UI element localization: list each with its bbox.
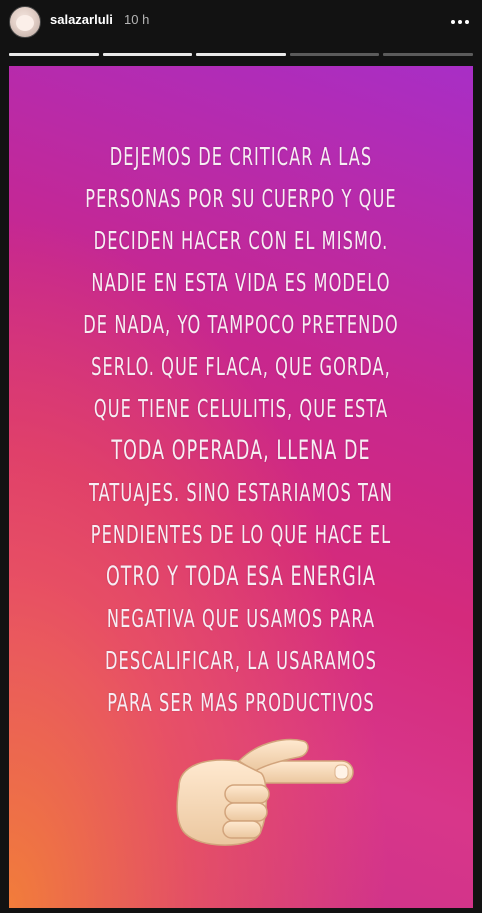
story-text: DEJEMOS DE CRITICAR A LAS PERSONAS POR S… xyxy=(9,136,473,724)
story-text-line: NADIE EN ESTA VIDA ES MODELO xyxy=(91,268,391,297)
story-text-line: DECIDEN HACER CON EL MISMO. xyxy=(93,226,389,255)
progress-segment xyxy=(383,53,473,56)
more-horizontal-icon[interactable] xyxy=(448,10,472,34)
progress-segment xyxy=(289,53,380,56)
progress-segment xyxy=(196,53,286,56)
username-label[interactable]: salazarluli xyxy=(50,12,113,27)
story-text-line: TODA OPERADA, LLENA DE xyxy=(111,435,371,466)
story-header: salazarluli 10 h xyxy=(0,0,482,44)
pointing-right-hand-emoji xyxy=(176,738,354,846)
story-text-line: DESCALIFICAR, LA USARAMOS xyxy=(105,646,377,675)
story-content[interactable]: DEJEMOS DE CRITICAR A LAS PERSONAS POR S… xyxy=(9,66,473,908)
story-text-line: QUE TIENE CELULITIS, QUE ESTA xyxy=(93,394,389,423)
story-text-line: PERSONAS POR SU CUERPO Y QUE xyxy=(85,184,397,213)
story-text-line: NEGATIVA QUE USAMOS PARA xyxy=(106,604,376,633)
story-text-line: DE NADA, YO TAMPOCO PRETENDO xyxy=(83,310,399,339)
story-text-line: OTRO Y TODA ESA ENERGIA xyxy=(105,561,377,592)
progress-segment xyxy=(102,53,193,56)
progress-segment xyxy=(9,53,99,56)
profile-avatar[interactable] xyxy=(9,6,41,38)
story-text-line: SERLO. QUE FLACA, QUE GORDA, xyxy=(91,352,391,381)
story-text-line: DEJEMOS DE CRITICAR A LAS xyxy=(109,142,373,171)
post-time: 10 h xyxy=(124,12,150,27)
story-progress-bar xyxy=(9,53,473,56)
story-text-line: PENDIENTES DE LO QUE HACE EL xyxy=(90,520,392,549)
story-text-line: TATUAJES. SINO ESTARIAMOS TAN xyxy=(89,478,393,507)
story-text-line: PARA SER MAS PRODUCTIVOS xyxy=(107,688,375,717)
